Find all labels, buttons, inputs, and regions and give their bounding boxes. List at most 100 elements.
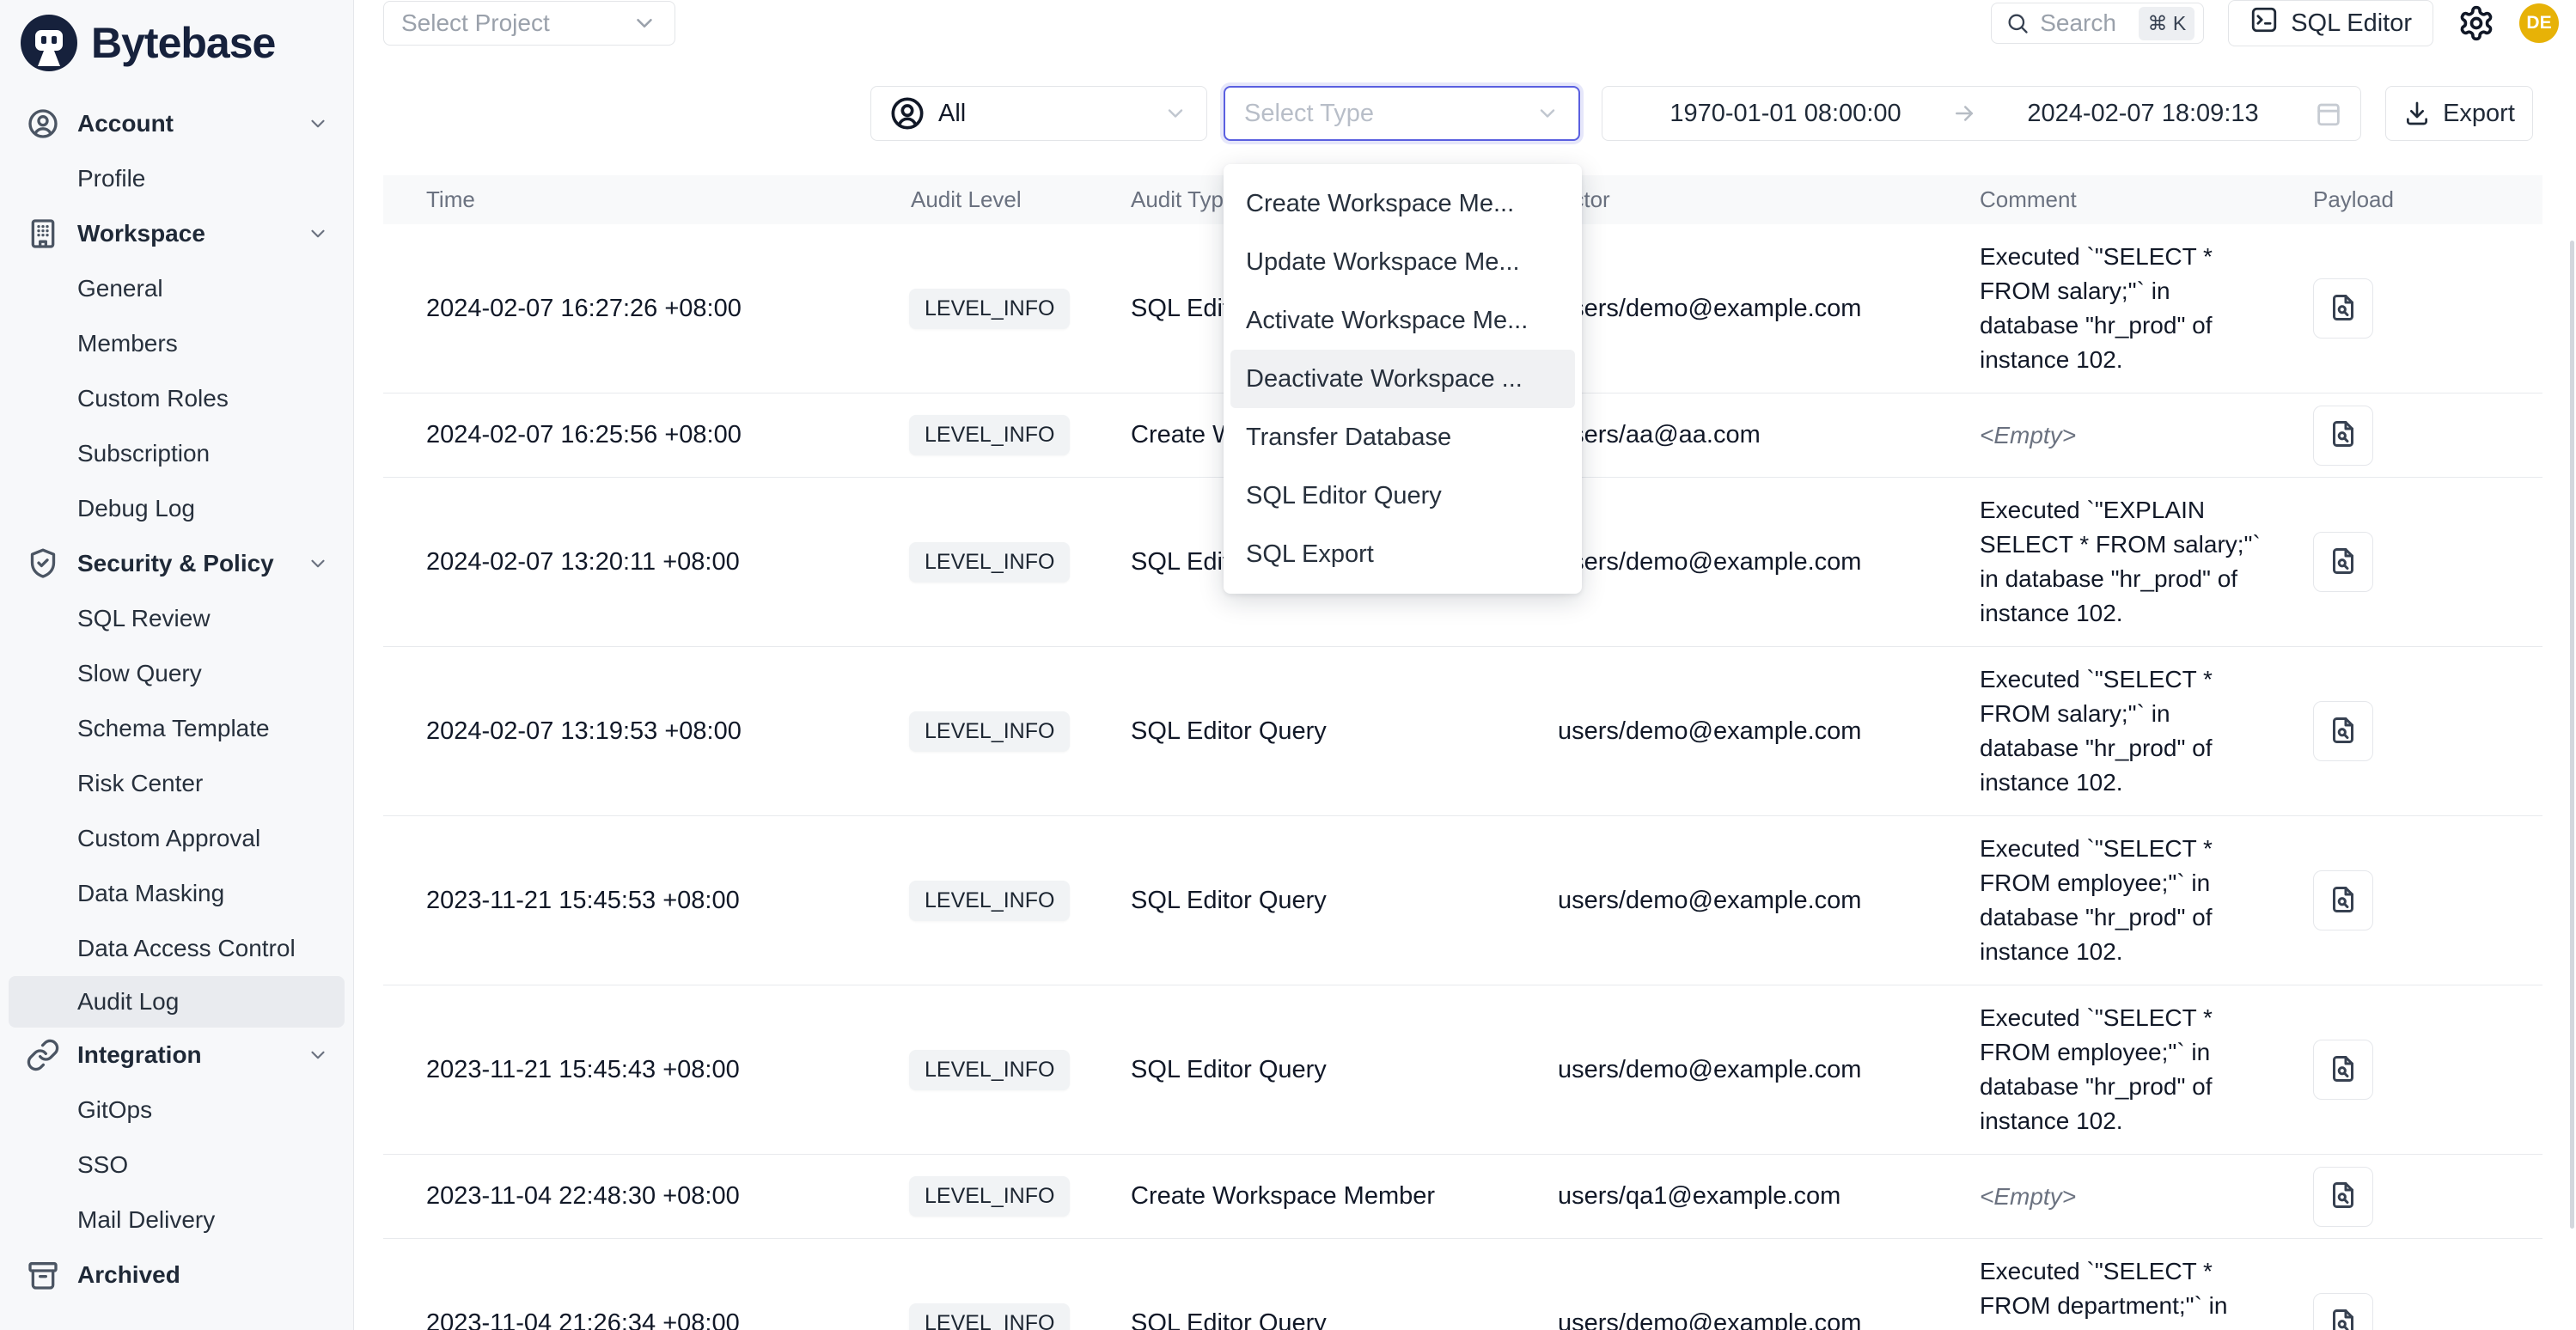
- file-search-icon: [2328, 1180, 2359, 1213]
- chevron-down-icon: [632, 10, 657, 36]
- sidebar-item-members[interactable]: Members: [0, 316, 353, 371]
- sidebar-item-label: Data Access Control: [77, 935, 296, 962]
- chevron-down-icon: [307, 1044, 329, 1066]
- sidebar-section-workspace[interactable]: Workspace: [0, 206, 353, 261]
- cell-comment: Executed `"SELECT * FROM employee;"` in …: [1980, 985, 2292, 1154]
- search-icon: [2005, 11, 2030, 35]
- menu-item-update-workspace-me[interactable]: Update Workspace Me...: [1230, 233, 1575, 291]
- table-row: 2023-11-04 21:26:34 +08:00LEVEL_INFOSQL …: [383, 1238, 2542, 1330]
- sidebar-item-subscription[interactable]: Subscription: [0, 426, 353, 481]
- menu-item-transfer-database[interactable]: Transfer Database: [1230, 408, 1575, 467]
- sidebar-item-debug-log[interactable]: Debug Log: [0, 481, 353, 536]
- type-filter-select[interactable]: Select Type: [1224, 86, 1580, 141]
- sidebar-section-archived[interactable]: Archived: [0, 1248, 353, 1303]
- sidebar-item-label: Slow Query: [77, 660, 202, 687]
- terminal-icon: [2249, 5, 2279, 41]
- cell-audit-level: LEVEL_INFO: [902, 711, 1131, 752]
- payload-button[interactable]: [2313, 532, 2373, 592]
- chevron-down-icon: [307, 223, 329, 245]
- sidebar-item-data-masking[interactable]: Data Masking: [0, 866, 353, 921]
- sidebar-section-label: Workspace: [77, 220, 205, 247]
- menu-item-deactivate-workspace[interactable]: Deactivate Workspace ...: [1230, 350, 1575, 408]
- sidebar-section-security-policy[interactable]: Security & Policy: [0, 536, 353, 591]
- cell-audit-level: LEVEL_INFO: [902, 881, 1131, 921]
- date-range-picker[interactable]: 1970-01-01 08:00:00 2024-02-07 18:09:13: [1602, 86, 2361, 141]
- file-search-icon: [2328, 546, 2359, 579]
- sidebar-item-audit-log[interactable]: Audit Log: [9, 976, 345, 1028]
- sidebar-item-label: SSO: [77, 1151, 128, 1179]
- avatar[interactable]: DE: [2519, 3, 2559, 43]
- settings-gear-icon[interactable]: [2457, 4, 2495, 42]
- sidebar-item-mail-delivery[interactable]: Mail Delivery: [0, 1193, 353, 1248]
- level-badge: LEVEL_INFO: [909, 1303, 1070, 1330]
- cell-audit-type: SQL Editor Query: [1131, 1056, 1558, 1084]
- sidebar-item-sso[interactable]: SSO: [0, 1138, 353, 1193]
- date-from[interactable]: 1970-01-01 08:00:00: [1620, 100, 1951, 128]
- payload-button[interactable]: [2313, 1167, 2373, 1227]
- sidebar: Bytebase AccountProfile Workspace General M…: [0, 0, 354, 1330]
- payload-button[interactable]: [2313, 1040, 2373, 1100]
- cell-payload: [2292, 870, 2542, 930]
- cell-payload: [2292, 701, 2542, 761]
- column-header-audit-level: Audit Level: [902, 186, 1131, 213]
- sidebar-item-custom-approval[interactable]: Custom Approval: [0, 811, 353, 866]
- building-icon: [26, 217, 60, 251]
- cell-actor: users/aa@aa.com: [1558, 421, 1980, 449]
- table-row: 2023-11-21 15:45:53 +08:00LEVEL_INFOSQL …: [383, 815, 2542, 985]
- scrollbar[interactable]: [2570, 241, 2574, 1229]
- sidebar-item-profile[interactable]: Profile: [0, 151, 353, 206]
- sidebar-item-label: General: [77, 275, 163, 302]
- project-select-placeholder: Select Project: [401, 9, 550, 37]
- cell-comment: Executed `"EXPLAIN SELECT * FROM salary;…: [1980, 478, 2292, 646]
- cell-audit-type: SQL Editor Query: [1131, 1309, 1558, 1330]
- payload-button[interactable]: [2313, 701, 2373, 761]
- sidebar-item-data-access-control[interactable]: Data Access Control: [0, 921, 353, 976]
- cell-comment: Executed `"SELECT * FROM employee;"` in …: [1980, 816, 2292, 985]
- sql-editor-button[interactable]: SQL Editor: [2228, 0, 2433, 46]
- menu-item-sql-editor-query[interactable]: SQL Editor Query: [1230, 467, 1575, 525]
- brand-logo[interactable]: Bytebase: [0, 0, 353, 86]
- sidebar-section-integration[interactable]: Integration: [0, 1028, 353, 1083]
- export-button[interactable]: Export: [2385, 86, 2533, 141]
- chevron-down-icon: [1163, 101, 1187, 125]
- sidebar-item-general[interactable]: General: [0, 261, 353, 316]
- sidebar-item-custom-roles[interactable]: Custom Roles: [0, 371, 353, 426]
- sidebar-item-schema-template[interactable]: Schema Template: [0, 701, 353, 756]
- sidebar-item-label: Data Masking: [77, 880, 224, 907]
- link-icon: [26, 1038, 60, 1072]
- sidebar-item-slow-query[interactable]: Slow Query: [0, 646, 353, 701]
- sidebar-item-sql-review[interactable]: SQL Review: [0, 591, 353, 646]
- sidebar-item-label: Risk Center: [77, 770, 203, 797]
- sidebar-item-gitops[interactable]: GitOps: [0, 1083, 353, 1138]
- cell-payload: [2292, 406, 2542, 466]
- sidebar-item-risk-center[interactable]: Risk Center: [0, 756, 353, 811]
- payload-button[interactable]: [2313, 406, 2373, 466]
- payload-button[interactable]: [2313, 278, 2373, 339]
- cell-time: 2024-02-07 13:20:11 +08:00: [383, 548, 902, 577]
- calendar-icon: [2314, 99, 2343, 128]
- cell-time: 2024-02-07 16:25:56 +08:00: [383, 421, 902, 449]
- search-input[interactable]: Search ⌘ K: [1991, 3, 2204, 44]
- column-header-actor: Actor: [1558, 186, 1980, 213]
- project-select[interactable]: Select Project: [383, 1, 675, 46]
- bytebase-logo-icon: [21, 15, 77, 71]
- sidebar-section-account[interactable]: Account: [0, 96, 353, 151]
- date-to[interactable]: 2024-02-07 18:09:13: [1977, 100, 2309, 128]
- sidebar-item-label: GitOps: [77, 1096, 152, 1124]
- file-search-icon: [2328, 1307, 2359, 1330]
- actor-filter-select[interactable]: All: [870, 86, 1207, 141]
- user-circle-icon: [26, 107, 60, 141]
- menu-item-create-workspace-me[interactable]: Create Workspace Me...: [1230, 174, 1575, 233]
- level-badge: LEVEL_INFO: [909, 711, 1070, 752]
- menu-item-sql-export[interactable]: SQL Export: [1230, 525, 1575, 583]
- sidebar-section-label: Integration: [77, 1041, 202, 1069]
- payload-button[interactable]: [2313, 870, 2373, 930]
- payload-button[interactable]: [2313, 1293, 2373, 1330]
- type-dropdown-menu: Create Workspace Me...Update Workspace M…: [1224, 164, 1582, 594]
- table-row: 2024-02-07 13:19:53 +08:00LEVEL_INFOSQL …: [383, 646, 2542, 815]
- column-header-payload: Payload: [2292, 186, 2542, 213]
- user-circle-icon: [890, 96, 925, 131]
- menu-item-activate-workspace-me[interactable]: Activate Workspace Me...: [1230, 291, 1575, 350]
- level-badge: LEVEL_INFO: [909, 1176, 1070, 1217]
- cell-audit-type: Create Workspace Member: [1131, 1182, 1558, 1211]
